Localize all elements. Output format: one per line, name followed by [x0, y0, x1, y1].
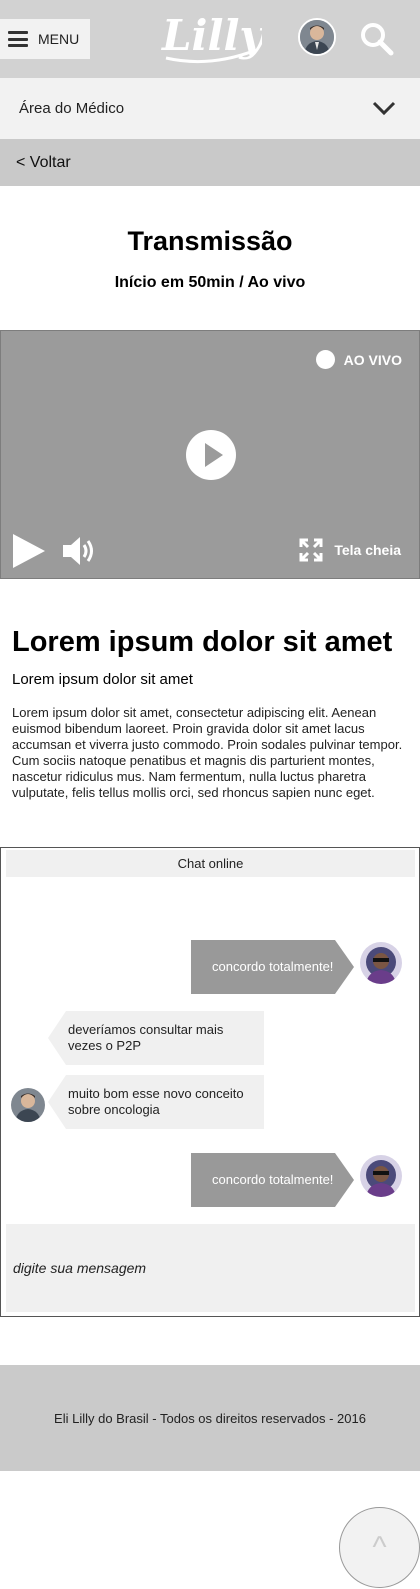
menu-button[interactable]: MENU [0, 19, 90, 59]
chat-message-text: deveríamos consultar mais vezes o P2P [68, 1022, 224, 1053]
avatar-man-icon [11, 1088, 45, 1122]
avatar-woman-icon [360, 942, 402, 984]
fullscreen-label: Tela cheia [334, 542, 401, 558]
area-medico-label: Área do Médico [19, 100, 125, 117]
chat-message: muito bom esse novo conceito sobre oncol… [48, 1075, 264, 1129]
page-subtitle: Início em 50min / Ao vivo [114, 274, 306, 291]
fullscreen-icon [299, 538, 323, 562]
live-indicator: AO VIVO [315, 350, 402, 369]
fullscreen-button[interactable]: Tela cheia [298, 537, 401, 563]
avatar-man-icon [300, 20, 334, 54]
video-player[interactable]: AO VIVO Tela cheia [0, 330, 420, 579]
live-label: AO VIVO [343, 351, 402, 368]
menu-label: MENU [38, 31, 80, 47]
avatar-man [11, 1088, 45, 1122]
play-button[interactable] [13, 534, 45, 568]
chat-title: Chat online [6, 850, 415, 877]
caret-up-icon: ^ [372, 1530, 387, 1564]
live-dot-icon [315, 350, 335, 369]
search-icon[interactable] [358, 20, 394, 56]
article-title: Lorem ipsum dolor sit amet [12, 626, 393, 658]
back-link[interactable]: < Voltar [16, 154, 71, 172]
chat-message-input[interactable]: digite sua mensagem [6, 1224, 415, 1312]
chat-message: deveríamos consultar mais vezes o P2P [48, 1011, 264, 1065]
center-play-button[interactable] [186, 430, 236, 480]
play-icon [205, 443, 223, 467]
chat-message-text: concordo totalmente! [212, 959, 334, 974]
footer-copyright: Eli Lilly do Brasil - Todos os direitos … [54, 1410, 366, 1426]
chat-message-text: muito bom esse novo conceito sobre oncol… [68, 1086, 244, 1117]
chat-message: concordo totalmente! [191, 1153, 354, 1207]
avatar-woman [360, 942, 402, 984]
chat-message: concordo totalmente! [191, 940, 354, 994]
header: MENU Lilly [0, 0, 420, 78]
footer: Eli Lilly do Brasil - Todos os direitos … [0, 1365, 420, 1471]
lilly-logo[interactable]: Lilly [158, 6, 262, 68]
back-to-top-button[interactable]: ^ [339, 1507, 420, 1588]
chat-message-text: concordo totalmente! [212, 1172, 334, 1187]
chat-panel: Chat online concordo totalmente! devería… [0, 847, 420, 1317]
avatar-woman [360, 1155, 402, 1197]
article-subtitle: Lorem ipsum dolor sit amet [12, 671, 193, 688]
volume-icon[interactable] [61, 534, 97, 568]
avatar-woman-icon [360, 1155, 402, 1197]
article-body: Lorem ipsum dolor sit amet, consectetur … [12, 705, 403, 800]
user-avatar[interactable] [298, 18, 336, 56]
page-title: Transmissão [127, 226, 293, 256]
chevron-down-icon [372, 101, 396, 116]
hamburger-icon [8, 31, 28, 47]
area-medico-dropdown[interactable]: Área do Médico [0, 78, 420, 139]
back-bar: < Voltar [0, 139, 420, 186]
